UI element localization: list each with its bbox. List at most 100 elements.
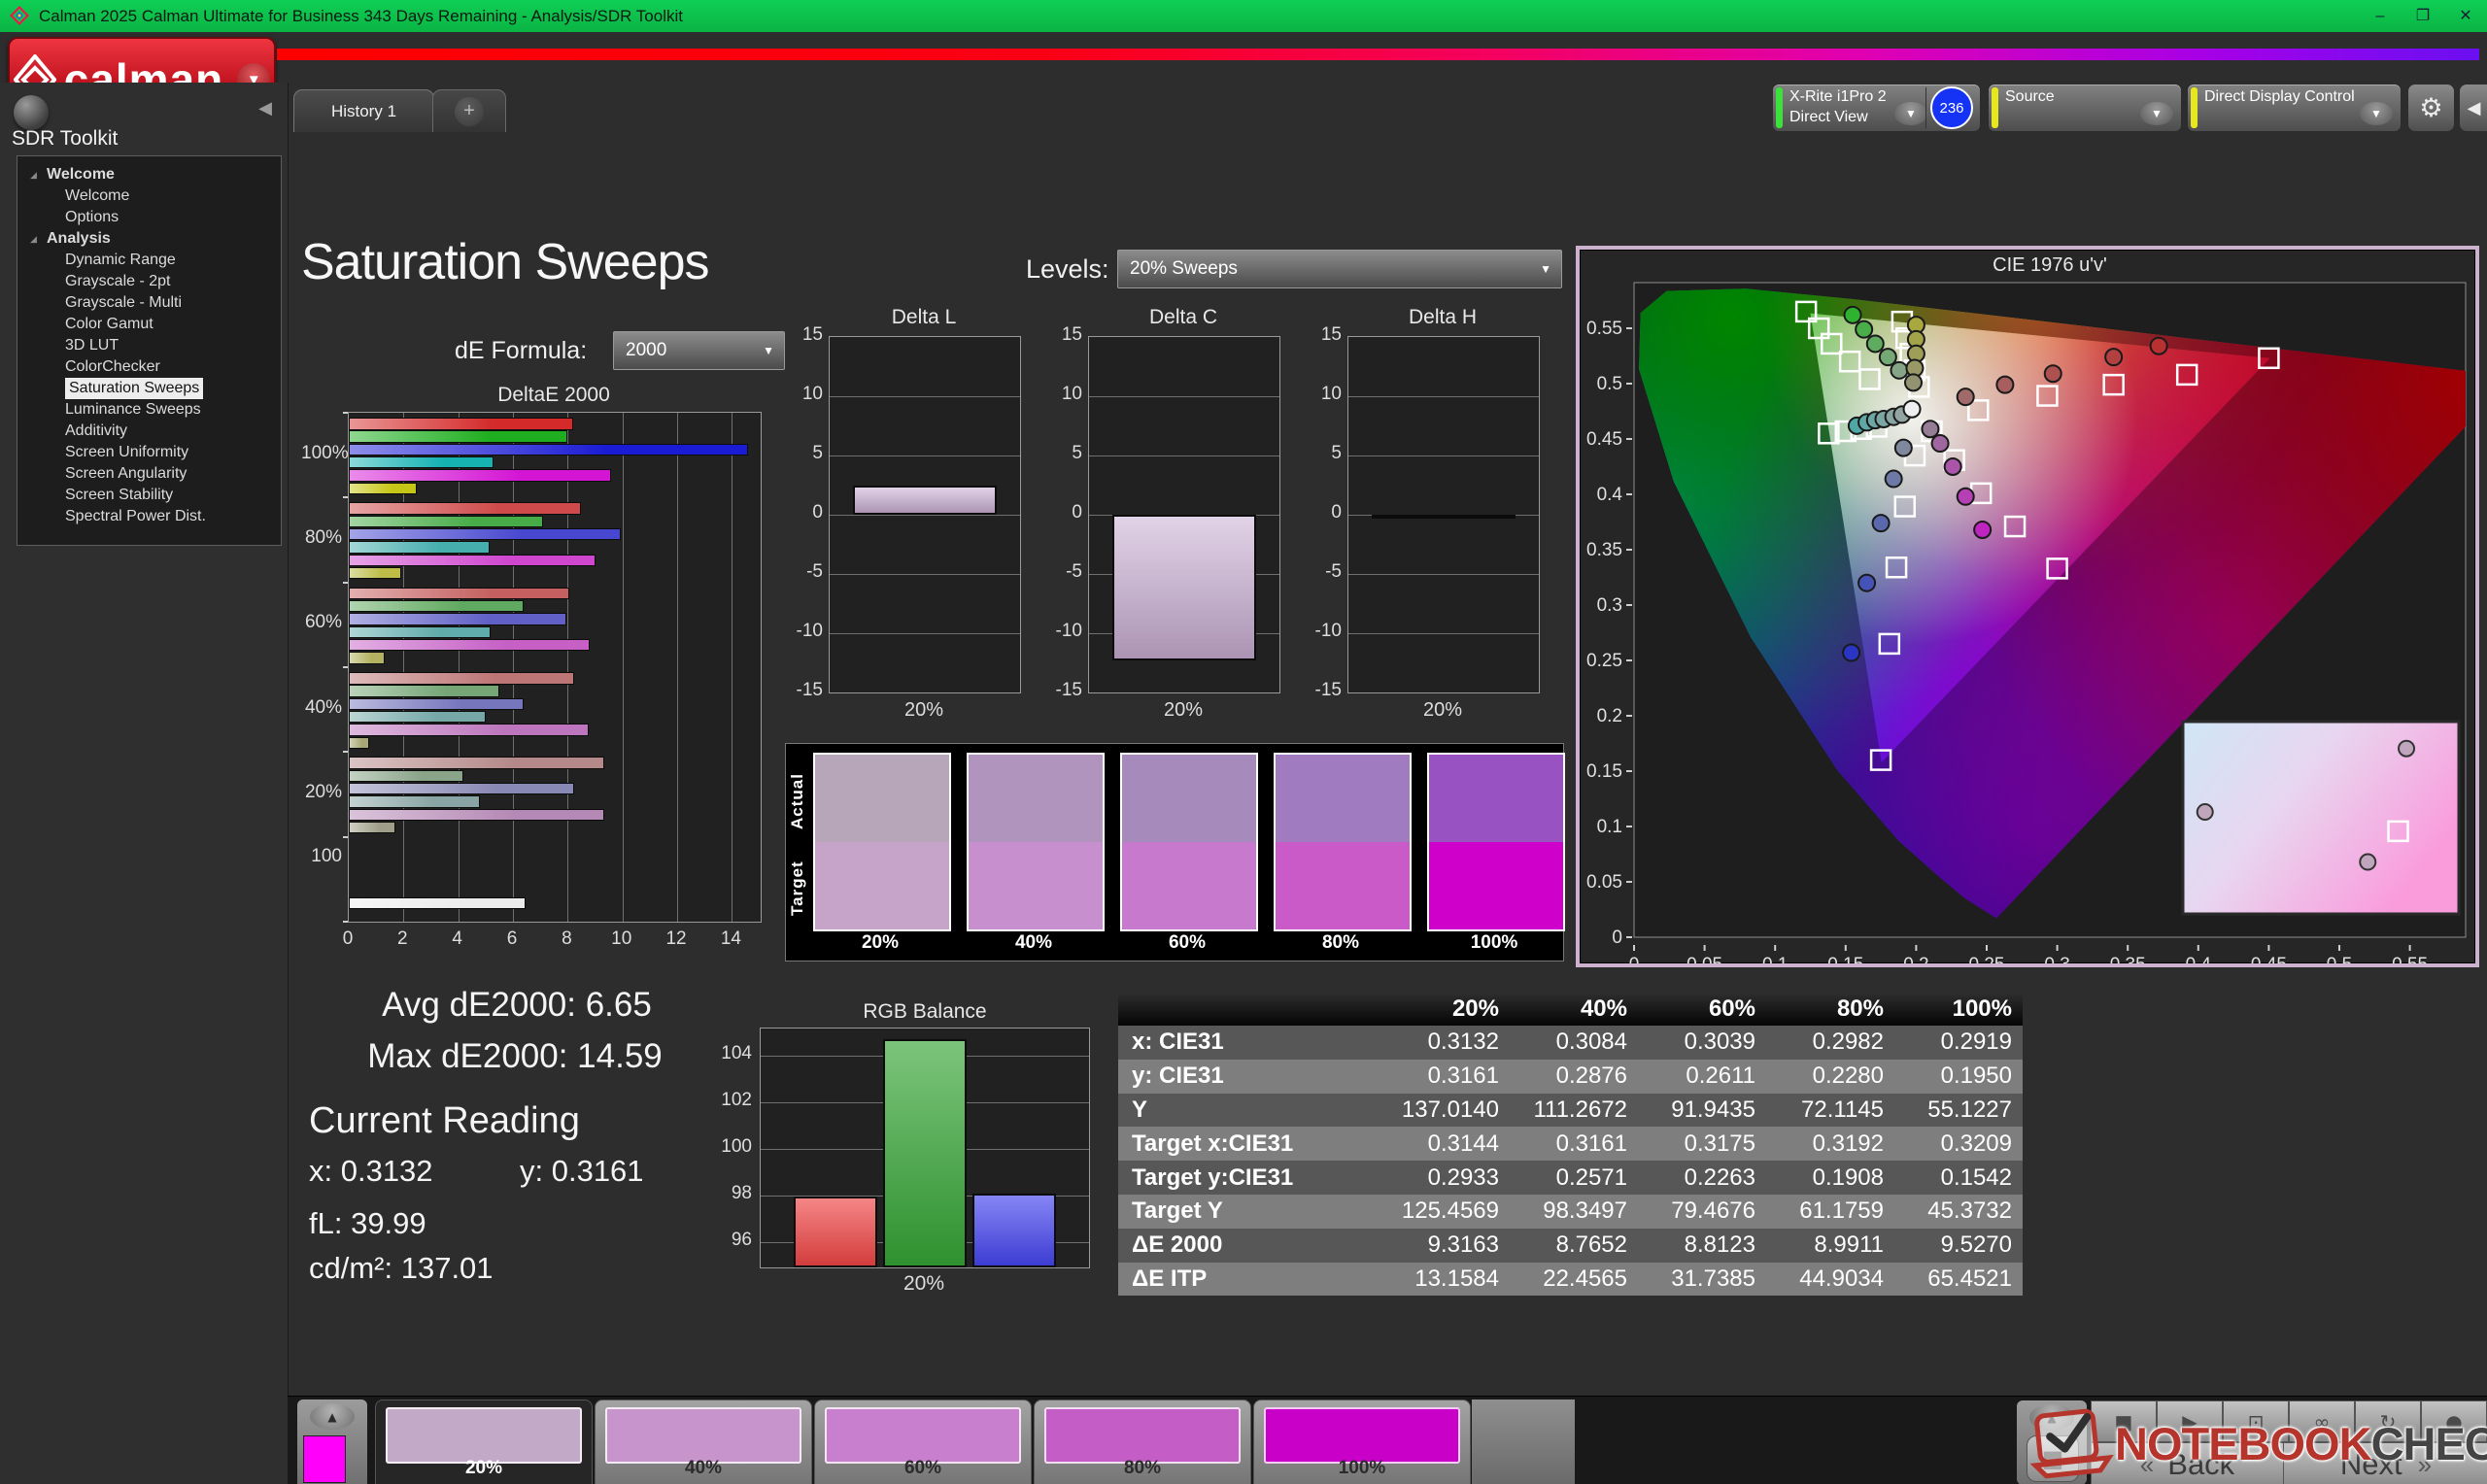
sidebar-collapse-icon[interactable]: ◀ — [258, 98, 272, 118]
tile-label: 60% — [815, 1458, 1031, 1479]
sidebar-item-3d-lut[interactable]: 3D LUT — [17, 335, 281, 356]
de-formula-dropdown[interactable]: 2000 ▼ — [613, 331, 785, 370]
sidebar-item-luminance-sweeps[interactable]: Luminance Sweeps — [17, 399, 281, 421]
sidebar-sphere-button[interactable] — [14, 95, 49, 130]
chevron-down-icon: ▼ — [1540, 262, 1551, 276]
transport-play-button[interactable]: ▶ — [2157, 1400, 2223, 1442]
transport-refresh-button[interactable]: ↻ — [2355, 1400, 2421, 1442]
next-button[interactable]: Next » — [2283, 1442, 2487, 1484]
sidebar-item-dynamic-range[interactable]: Dynamic Range — [17, 250, 281, 271]
meter-badge-zone[interactable]: 236 — [1925, 87, 1977, 128]
cie-x-tick-label: 0.5 — [2327, 955, 2352, 963]
sidebar-item-screen-stability[interactable]: Screen Stability — [17, 485, 281, 506]
table-cell: 13.1584 — [1380, 1265, 1509, 1293]
x-tick-label: 10 — [607, 928, 636, 950]
settings-button[interactable]: ⚙ — [2407, 84, 2455, 132]
sidebar-item-label: Luminance Sweeps — [65, 401, 201, 418]
transport-frame-button[interactable]: ⊡ — [2223, 1400, 2289, 1442]
cie-inset-zoom — [2183, 722, 2459, 914]
cie-measured-marker — [1891, 362, 1907, 379]
y-tick-label: 102 — [719, 1090, 752, 1111]
back-button[interactable]: « Back — [2091, 1442, 2284, 1484]
sidebar-item-welcome[interactable]: ◢Welcome — [17, 164, 281, 186]
pattern-tile-80%[interactable]: 80% — [1034, 1400, 1251, 1484]
cie-x-tick-label: 0.4 — [2186, 955, 2212, 963]
sidebar-item-analysis[interactable]: ◢Analysis — [17, 228, 281, 250]
cie-measured-marker — [1932, 435, 1949, 452]
sidebar-item-welcome[interactable]: Welcome — [17, 186, 281, 207]
cie-inset-measured-marker — [2399, 741, 2414, 757]
pattern-tile-40%[interactable]: 40% — [595, 1400, 812, 1484]
pattern-up-button[interactable]: ▲ — [310, 1403, 355, 1430]
collapse-panel-button[interactable]: ◀ — [2459, 84, 2487, 132]
close-button[interactable]: ✕ — [2444, 0, 2487, 32]
table-cell: 61.1759 — [1765, 1197, 1893, 1225]
sidebar-item-color-gamut[interactable]: Color Gamut — [17, 314, 281, 335]
y-tick-label: 0 — [1305, 502, 1342, 523]
y-tick-label: -15 — [786, 680, 823, 701]
sidebar-item-additivity[interactable]: Additivity — [17, 421, 281, 442]
maximize-button[interactable]: ❐ — [2402, 0, 2444, 32]
target-row-label: Target — [788, 845, 807, 932]
cie-x-tick-label: 0.55 — [2392, 955, 2428, 963]
sidebar-item-spectral-power-dist[interactable]: Spectral Power Dist. — [17, 506, 281, 527]
levels-dropdown[interactable]: 20% Sweeps ▼ — [1117, 250, 1562, 288]
bar-red-60% — [349, 588, 569, 600]
tile-swatch — [825, 1407, 1021, 1464]
table-cell: 91.9435 — [1637, 1096, 1765, 1124]
frame-icon: ⊡ — [2248, 1410, 2265, 1433]
cie-inset-measured-marker — [2197, 804, 2213, 820]
cie-x-tick-label: 0.2 — [1903, 955, 1928, 963]
capture-panel: ▲ ■ — [2017, 1400, 2087, 1484]
sidebar-item-grayscale-2pt[interactable]: Grayscale - 2pt — [17, 271, 281, 292]
table-cell: 0.3175 — [1637, 1130, 1765, 1158]
transport-meter-button[interactable]: ∞ — [2289, 1400, 2355, 1442]
bar-yellow-80% — [349, 567, 401, 580]
y-tick-label: -10 — [1045, 621, 1082, 642]
tree-expander-icon[interactable]: ◢ — [30, 165, 37, 186]
table-row-Target-x-CIE31: Target x:CIE310.31440.31610.31750.31920.… — [1118, 1127, 2023, 1161]
cie-y-tick-label: 0.15 — [1586, 761, 1622, 782]
cie-x-tick-label: 0.35 — [2110, 955, 2146, 963]
actual-target-swatches: ActualTarget20%40%60%80%100% — [785, 743, 1564, 961]
bar-red-80% — [349, 502, 581, 515]
levels-label: Levels: — [1026, 254, 1109, 285]
pattern-tile-100%[interactable]: 100% — [1253, 1400, 1471, 1484]
y-tick — [343, 751, 348, 753]
cie-y-tick-label: 0.55 — [1586, 319, 1622, 339]
delta_h-bar — [1372, 515, 1516, 519]
sidebar-item-label: Dynamic Range — [65, 252, 176, 268]
sidebar-item-screen-angularity[interactable]: Screen Angularity — [17, 463, 281, 485]
table-cell: 22.4565 — [1509, 1265, 1637, 1293]
sidebar-item-saturation-sweeps[interactable]: Saturation Sweeps — [17, 378, 281, 399]
sidebar-item-options[interactable]: Options — [17, 207, 281, 228]
sidebar-item-colorchecker[interactable]: ColorChecker — [17, 356, 281, 378]
pattern-tile-60%[interactable]: 60% — [814, 1400, 1032, 1484]
y-tick-label: 10 — [1305, 384, 1342, 405]
tree-expander-icon[interactable]: ◢ — [30, 229, 37, 251]
table-cell: 125.4569 — [1380, 1197, 1509, 1225]
transport-stop-button[interactable]: ■ — [2091, 1400, 2157, 1442]
capture-up-button[interactable]: ▲ — [2029, 1404, 2074, 1431]
source-dropdown[interactable]: Source ▼ — [1988, 84, 2182, 132]
title-bar: Calman 2025 Calman Ultimate for Business… — [0, 0, 2487, 32]
x-tick-label: 12 — [662, 928, 691, 950]
stop-button[interactable]: ■ — [2027, 1435, 2079, 1482]
rgb-bar-blue — [972, 1194, 1056, 1267]
y-tick-label: -15 — [1305, 680, 1342, 701]
delta_l-plot-area — [829, 336, 1021, 693]
transport-record-button[interactable]: ● — [2421, 1400, 2487, 1442]
tab-history-1[interactable]: History 1 — [293, 89, 434, 132]
sidebar-item-screen-uniformity[interactable]: Screen Uniformity — [17, 442, 281, 463]
meter-dropdown[interactable]: X-Rite i1Pro 2 Direct View ▼ 236 — [1772, 84, 1981, 132]
minimize-button[interactable]: – — [2359, 0, 2402, 32]
gridline — [623, 413, 624, 922]
y-category-label: 80% — [301, 527, 342, 549]
add-tab-button[interactable]: + — [432, 89, 506, 132]
swatch-label: 20% — [813, 932, 947, 954]
sidebar-item-grayscale-multi[interactable]: Grayscale - Multi — [17, 292, 281, 314]
y-tick-label: 5 — [1045, 443, 1082, 464]
display-control-dropdown[interactable]: Direct Display Control ▼ — [2187, 84, 2402, 132]
tile-label: 80% — [1035, 1458, 1250, 1479]
pattern-tile-20%[interactable]: 20% — [375, 1400, 593, 1484]
